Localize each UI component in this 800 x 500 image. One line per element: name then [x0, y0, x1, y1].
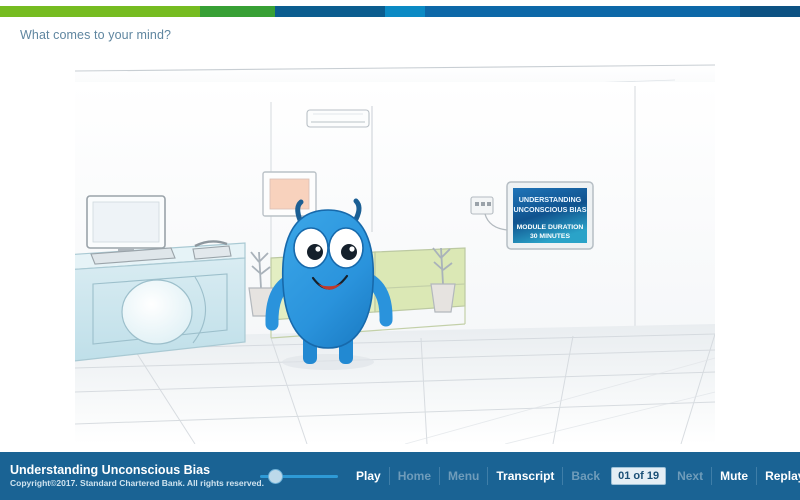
transcript-button[interactable]: Transcript [488, 463, 562, 489]
progress-slider[interactable] [260, 466, 338, 486]
play-button[interactable]: Play [348, 463, 389, 489]
desk-monitor [87, 196, 165, 255]
scene-illustration: UNDERSTANDING UNCONSCIOUS BIAS MODULE DU… [75, 62, 715, 444]
monitor-line-2: UNCONSCIOUS BIAS [513, 205, 586, 214]
playback-nav: Play Home Menu Transcript Back 01 of 19 … [348, 463, 800, 489]
pupil-right [341, 244, 357, 260]
home-button[interactable]: Home [390, 463, 439, 489]
page-title: What comes to your mind? [20, 28, 171, 42]
next-button[interactable]: Next [669, 463, 711, 489]
monitor-line-3: MODULE DURATION [517, 224, 584, 231]
character-shadow [282, 354, 374, 370]
slider-thumb[interactable] [268, 469, 283, 484]
course-title: Understanding Unconscious Bias [10, 463, 258, 477]
monitor-line-1: UNDERSTANDING [519, 195, 582, 204]
brand-band-blue-brand [425, 6, 740, 17]
brand-band-blue-deep [740, 6, 800, 17]
brand-band-blue-cyan [385, 6, 425, 17]
framed-picture [263, 172, 316, 216]
page-indicator[interactable]: 01 of 19 [611, 467, 666, 485]
pupil-left [307, 244, 323, 260]
body [283, 210, 374, 348]
brand-band-blue-navy [275, 6, 385, 17]
mute-button[interactable]: Mute [712, 463, 756, 489]
player-control-bar: Understanding Unconscious Bias Copyright… [0, 452, 800, 500]
course-title-block: Understanding Unconscious Bias Copyright… [10, 463, 258, 488]
brand-band-green-light [0, 6, 200, 17]
copyright-text: Copyright©2017. Standard Chartered Bank.… [10, 479, 258, 489]
monitor-line-4: 30 MINUTES [530, 233, 571, 240]
brand-band-green-dark [200, 6, 275, 17]
wall-monitor: UNDERSTANDING UNCONSCIOUS BIAS MODULE DU… [507, 182, 593, 249]
menu-button[interactable]: Menu [440, 463, 487, 489]
brand-color-band [0, 6, 800, 17]
back-button[interactable]: Back [563, 463, 608, 489]
replay-button[interactable]: Replay [757, 463, 800, 489]
antenna-right [356, 201, 359, 219]
air-conditioner [307, 110, 369, 127]
